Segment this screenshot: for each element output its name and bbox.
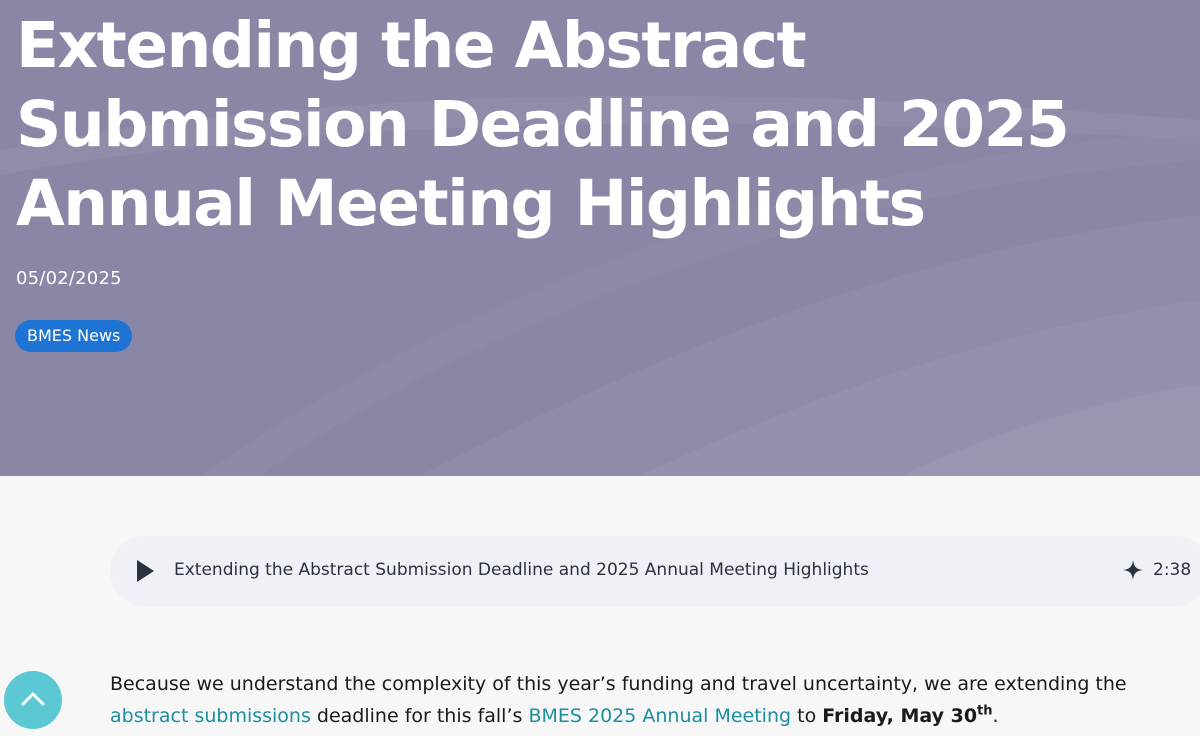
paragraph-text: . <box>992 705 999 727</box>
page-title: Extending the Abstract Submission Deadli… <box>16 9 1070 240</box>
category-tag-bmes-news[interactable]: BMES News <box>15 320 133 352</box>
audio-player-title: Extending the Abstract Submission Deadli… <box>174 560 869 580</box>
deadline-date-suffix: th <box>977 703 993 719</box>
audio-player: Extending the Abstract Submission Deadli… <box>110 536 1200 606</box>
abstract-submissions-link[interactable]: abstract submissions <box>110 705 311 727</box>
audio-duration: 2:38 <box>1153 560 1192 580</box>
deadline-date: Friday, May 30th <box>822 705 992 727</box>
sparkle-icon[interactable] <box>1122 559 1144 581</box>
paragraph-text: to <box>791 705 823 727</box>
scroll-to-top-button[interactable] <box>4 671 62 729</box>
article-paragraph: Because we understand the complexity of … <box>110 668 1190 732</box>
chevron-up-icon <box>21 692 45 706</box>
play-icon[interactable] <box>134 558 156 584</box>
paragraph-text: deadline for this fall’s <box>310 705 529 727</box>
paragraph-text: Because we understand the complexity of … <box>110 673 1127 695</box>
publish-date: 05/02/2025 <box>16 268 122 289</box>
deadline-date-text: Friday, May 30 <box>822 705 978 727</box>
annual-meeting-link[interactable]: BMES 2025 Annual Meeting <box>528 705 791 727</box>
hero-banner: Extending the Abstract Submission Deadli… <box>0 0 1200 476</box>
